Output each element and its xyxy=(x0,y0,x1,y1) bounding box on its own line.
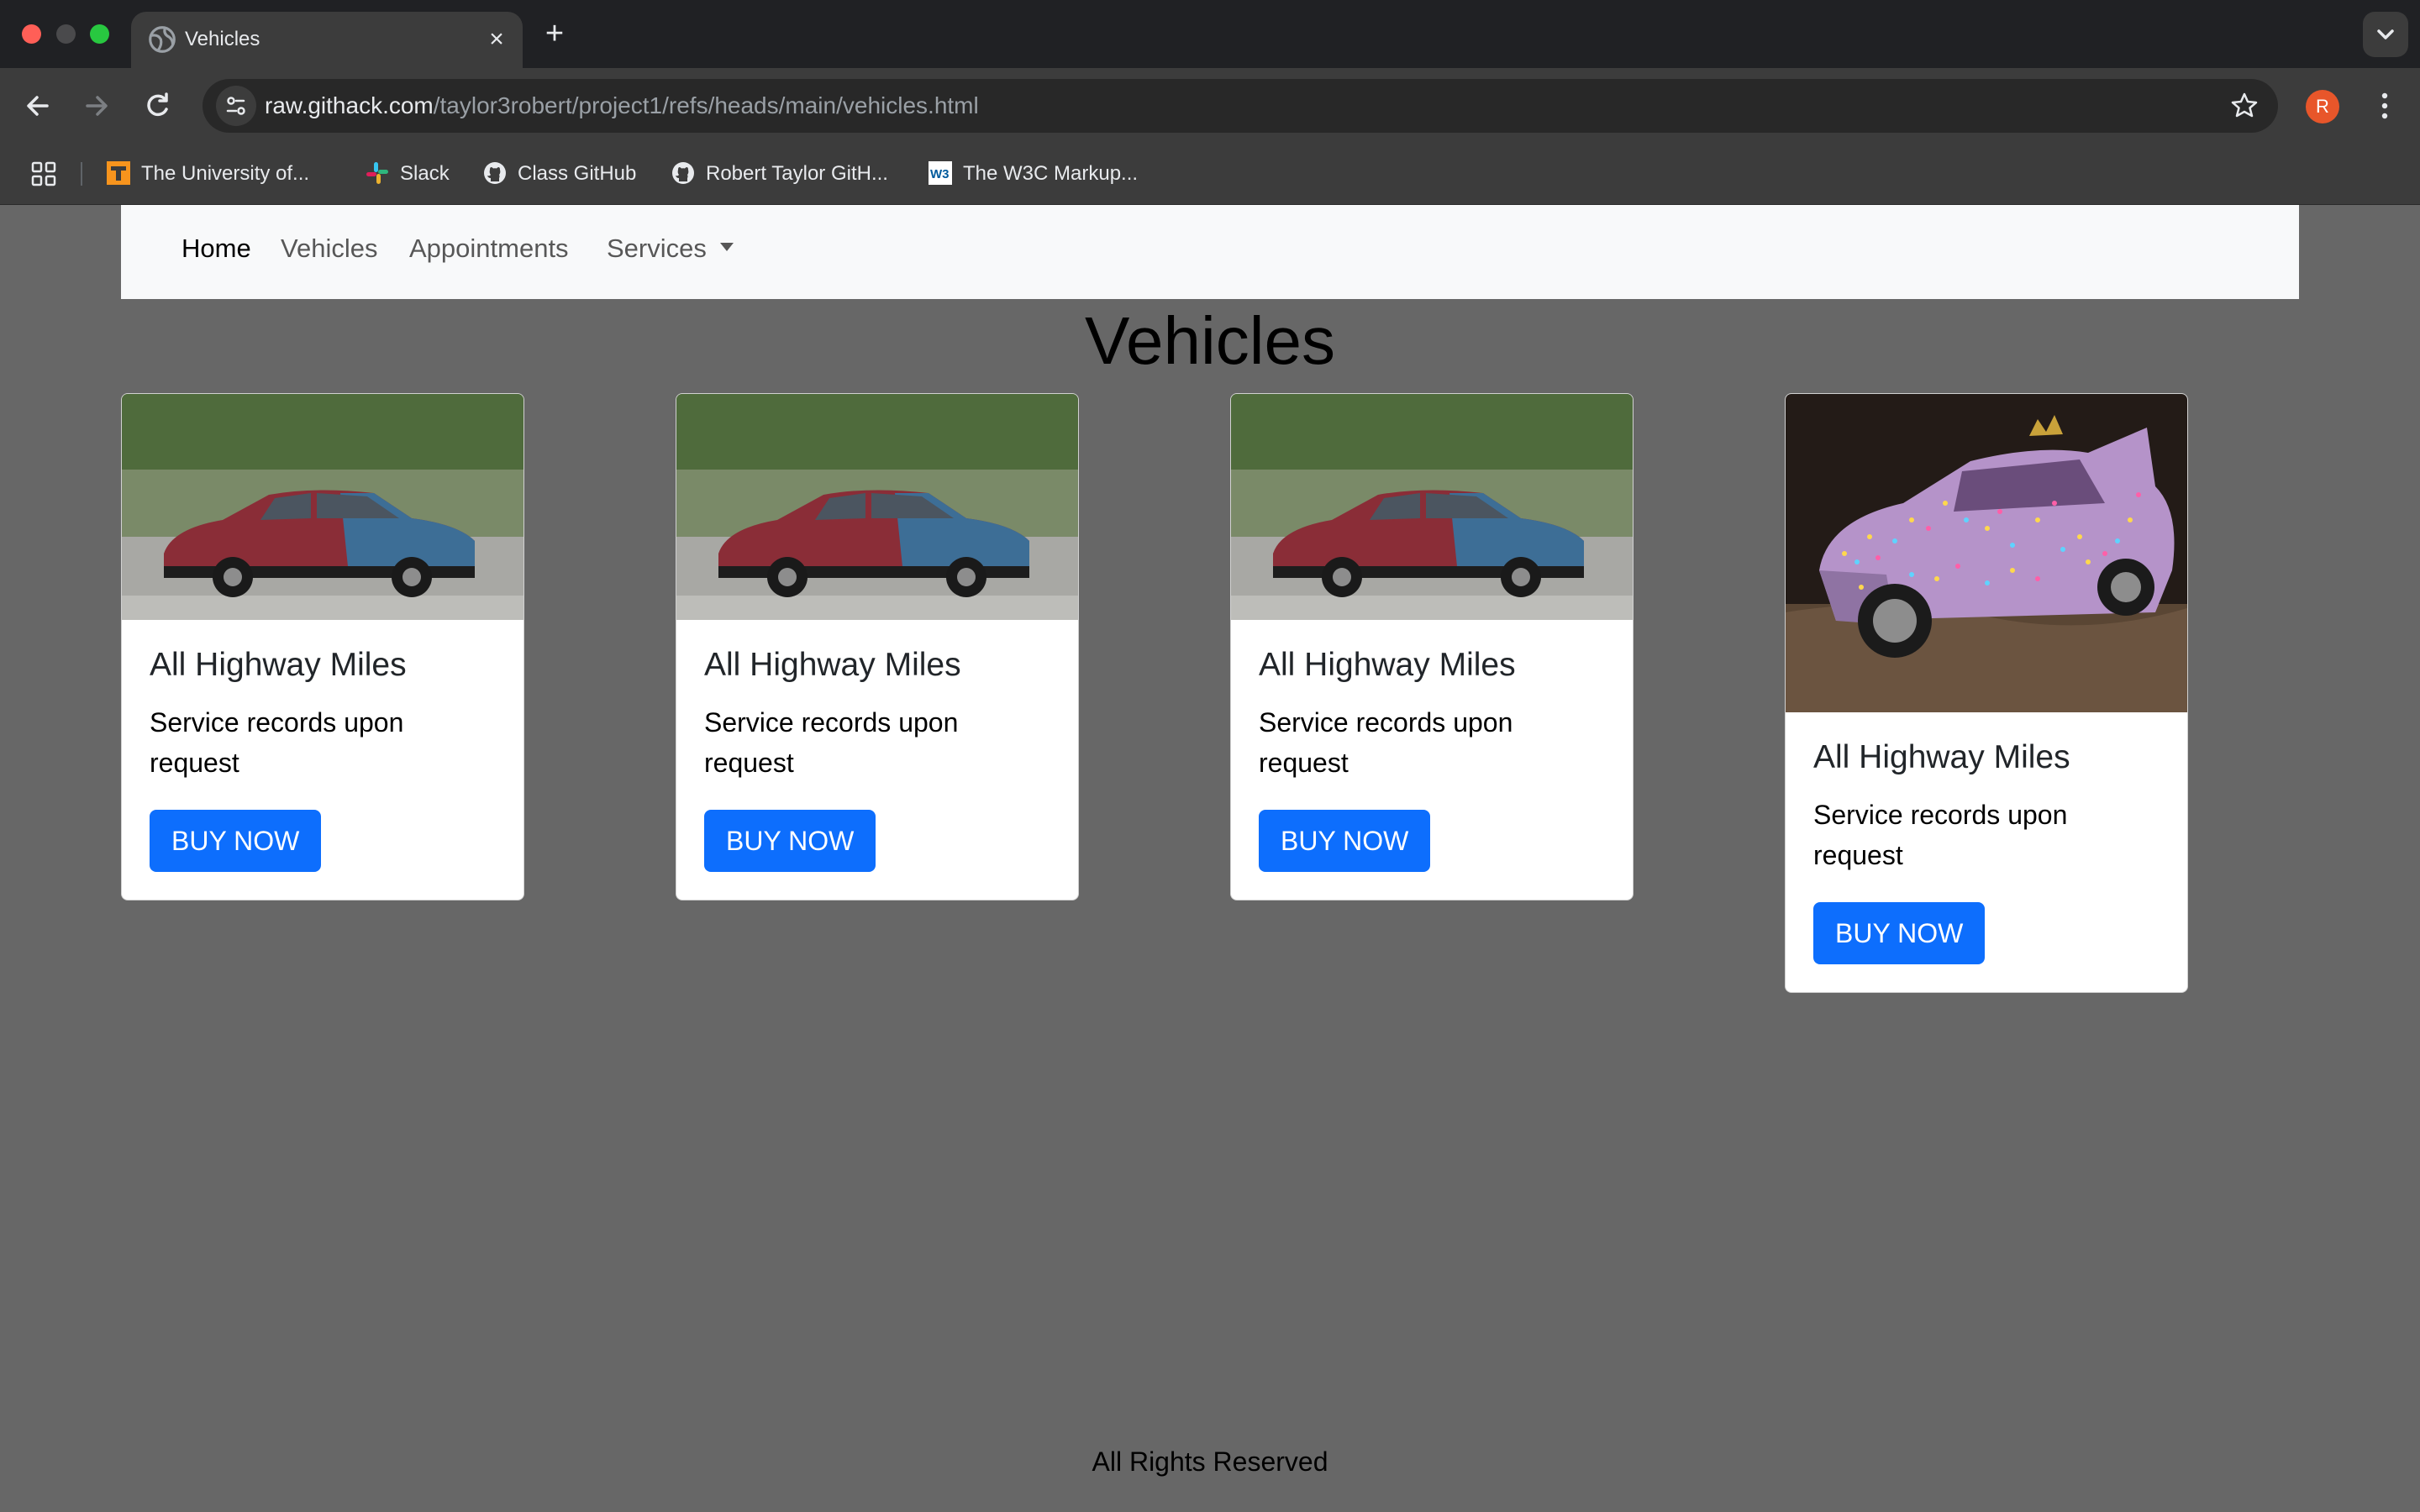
url-host: raw.githack.com xyxy=(265,92,434,118)
github-icon xyxy=(672,161,694,184)
christmas-lights-car-photo xyxy=(1786,394,2187,712)
card-body: All Highway Miles Service records upon r… xyxy=(1786,712,2187,992)
bookmark-label: The University of... xyxy=(141,162,310,185)
window-minimize-button[interactable] xyxy=(56,24,76,44)
window-close-button[interactable] xyxy=(22,24,41,44)
browser-tab-strip: Vehicles × + xyxy=(0,0,2420,68)
card-text: Service records upon request xyxy=(150,707,404,778)
university-t-icon xyxy=(107,160,130,185)
nav-services-label: Services xyxy=(607,234,707,263)
browser-toolbar: raw.githack.com/taylor3robert/project1/r… xyxy=(0,68,2420,144)
bookmark-label: Slack xyxy=(400,162,450,185)
back-arrow-icon[interactable] xyxy=(18,87,57,125)
card-title: All Highway Miles xyxy=(704,647,961,683)
card-body: All Highway Miles Service records upon r… xyxy=(122,620,523,900)
card-text: Service records upon request xyxy=(1813,800,2068,870)
forward-arrow-icon[interactable] xyxy=(77,87,116,125)
card-title: All Highway Miles xyxy=(1813,739,2070,775)
globe-icon xyxy=(149,26,176,53)
nav-services-dropdown[interactable]: Services xyxy=(607,232,734,265)
bookmarks-divider xyxy=(81,162,82,186)
buy-now-button[interactable]: BUY NOW xyxy=(1813,902,1986,964)
tab-title: Vehicles xyxy=(185,28,260,50)
tab-close-icon[interactable]: × xyxy=(482,25,511,54)
page-viewport: Home Vehicles Appointments Services Vehi… xyxy=(0,205,2420,1512)
tab-search-button[interactable] xyxy=(2363,12,2408,57)
car-photo xyxy=(676,394,1078,620)
nav-home[interactable]: Home xyxy=(182,232,251,265)
buy-now-button[interactable]: BUY NOW xyxy=(704,810,876,872)
car-photo xyxy=(1231,394,1633,620)
apps-grid-icon[interactable] xyxy=(30,160,57,187)
bookmarks-bar: The University of... Slack Class GitHub … xyxy=(0,144,2420,205)
page-footer: All Rights Reserved xyxy=(1092,1446,1328,1477)
browser-tab-active[interactable]: Vehicles × xyxy=(131,12,523,68)
buy-now-button[interactable]: BUY NOW xyxy=(1259,810,1431,872)
car-photo xyxy=(122,394,523,620)
url-path: /taylor3robert/project1/refs/heads/main/… xyxy=(433,92,979,118)
bookmark-label: The W3C Markup... xyxy=(963,162,1139,185)
slack-icon xyxy=(366,161,388,184)
bookmark-university[interactable]: The University of... xyxy=(106,157,309,191)
url-text: raw.githack.com/taylor3robert/project1/r… xyxy=(265,79,979,133)
card-text: Service records upon request xyxy=(1259,707,1513,778)
vehicle-card: All Highway Miles Service records upon r… xyxy=(1785,393,2188,993)
new-tab-button[interactable]: + xyxy=(538,15,571,52)
card-body: All Highway Miles Service records upon r… xyxy=(676,620,1078,900)
card-body: All Highway Miles Service records upon r… xyxy=(1231,620,1633,900)
reload-icon[interactable] xyxy=(138,87,176,125)
chevron-down-icon xyxy=(2377,29,2394,39)
page-title: Vehicles xyxy=(1085,303,1335,378)
card-text: Service records upon request xyxy=(704,707,959,778)
site-navbar: Home Vehicles Appointments Services xyxy=(121,205,2299,299)
vehicle-card: All Highway Miles Service records upon r… xyxy=(121,393,524,900)
vehicle-card: All Highway Miles Service records upon r… xyxy=(1230,393,1634,900)
svg-text:W3: W3 xyxy=(930,167,950,181)
card-title: All Highway Miles xyxy=(1259,647,1516,683)
profile-avatar[interactable]: R xyxy=(2306,90,2339,123)
address-bar[interactable]: raw.githack.com/taylor3robert/project1/r… xyxy=(203,79,2278,133)
nav-vehicles[interactable]: Vehicles xyxy=(281,232,377,265)
bookmark-star-icon[interactable] xyxy=(2228,89,2261,123)
window-zoom-button[interactable] xyxy=(90,24,109,44)
bookmark-w3c[interactable]: W3 The W3C Markup... xyxy=(928,157,1138,191)
more-vertical-icon[interactable] xyxy=(2368,87,2402,125)
bookmark-label: Class GitHub xyxy=(518,162,637,185)
card-title: All Highway Miles xyxy=(150,647,407,683)
site-info-button[interactable] xyxy=(216,86,256,126)
caret-down-icon xyxy=(719,242,734,251)
w3c-icon: W3 xyxy=(929,160,952,185)
tune-icon xyxy=(226,97,245,115)
bookmark-slack[interactable]: Slack xyxy=(365,157,450,191)
vehicle-card: All Highway Miles Service records upon r… xyxy=(676,393,1079,900)
github-icon xyxy=(484,161,506,184)
bookmark-label: Robert Taylor GitH... xyxy=(706,162,888,185)
nav-appointments[interactable]: Appointments xyxy=(409,232,569,265)
bookmark-class-github[interactable]: Class GitHub xyxy=(482,157,636,191)
buy-now-button[interactable]: BUY NOW xyxy=(150,810,322,872)
bookmark-robert-github[interactable]: Robert Taylor GitH... xyxy=(671,157,888,191)
